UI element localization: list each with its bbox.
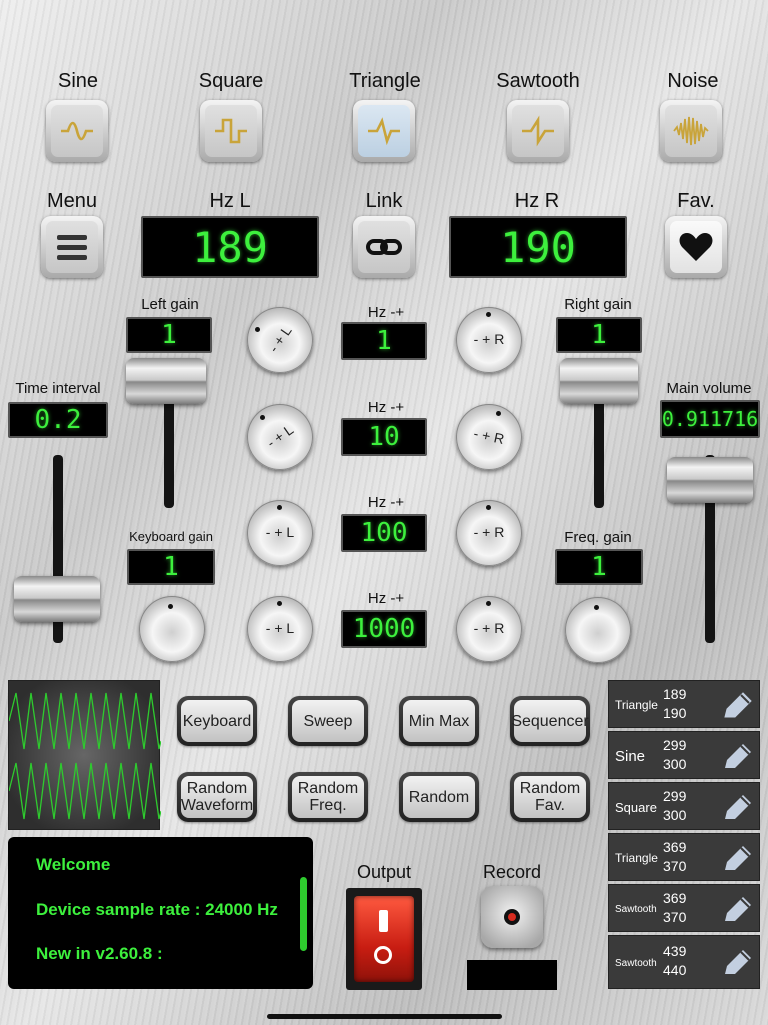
hz-left-display[interactable]: 189 [141,216,319,278]
time-interval-label: Time interval [15,380,101,397]
square-button[interactable] [200,100,262,162]
oscilloscope-waveform [8,692,162,820]
sine-button[interactable] [46,100,108,162]
noise-button[interactable] [660,100,722,162]
main-volume-display: 0.911716 [660,400,760,438]
pencil-edit-icon[interactable] [719,842,755,874]
favorite-row[interactable]: Sine 299 300 [608,731,760,779]
step-3-left-knob[interactable]: - + L [247,500,313,566]
step-4-display: 1000 [341,610,427,648]
sequencer-mode-button[interactable]: Sequencer [510,696,590,746]
min-max-mode-button[interactable]: Min Max [399,696,479,746]
square-wave-icon [215,118,247,144]
keyboard-gain-label: Keyboard gain [129,529,213,544]
step-2-right-knob[interactable]: - + R [456,404,522,470]
favorite-row[interactable]: Sawtooth 439 440 [608,935,760,989]
message-scrollbar[interactable] [300,877,307,951]
step-3-label: Hz -+ [367,494,405,511]
waveform-label-triangle: Triangle [349,70,421,92]
keyboard-gain-knob[interactable] [139,596,205,662]
pencil-edit-icon[interactable] [719,791,755,823]
waveform-label-sine: Sine [57,70,99,92]
left-gain-label: Left gain [141,296,199,313]
step-1-label: Hz -+ [367,304,405,321]
random-fav-button[interactable]: Random Fav. [510,772,590,822]
favorite-row[interactable]: Triangle 369 370 [608,833,760,881]
time-interval-display: 0.2 [8,402,108,438]
time-interval-slider-thumb[interactable] [14,576,100,622]
freq-gain-label: Freq. gain [564,529,632,546]
hz-left-label: Hz L [209,190,251,212]
step-1-right-knob[interactable]: - + R [456,307,522,373]
output-label: Output [356,862,412,882]
waveform-label-sawtooth: Sawtooth [496,70,580,92]
pencil-edit-icon[interactable] [719,946,755,978]
step-4-left-knob[interactable]: - + L [247,596,313,662]
record-timer-display [467,960,557,990]
waveform-label-square: Square [198,70,264,92]
link-button[interactable] [353,216,415,278]
favorite-button[interactable] [665,216,727,278]
link-label: Link [365,190,403,212]
output-switch[interactable] [346,888,422,990]
main-volume-slider-thumb[interactable] [667,457,753,503]
record-icon [504,909,520,925]
message-sample-rate: Device sample rate : 24000 Hz [36,900,278,919]
step-4-label: Hz -+ [367,590,405,607]
message-panel[interactable]: Welcome Device sample rate : 24000 Hz Ne… [8,837,313,989]
left-gain-display: 1 [126,317,212,353]
heart-icon [679,233,713,261]
message-new-version: New in v2.60.8 : [36,944,163,963]
home-indicator[interactable] [267,1014,502,1019]
sweep-mode-button[interactable]: Sweep [288,696,368,746]
triangle-wave-icon [368,117,400,146]
favorite-row[interactable]: Sawtooth 369 370 [608,884,760,932]
favorite-row[interactable]: Triangle 189 190 [608,680,760,728]
menu-button[interactable] [41,216,103,278]
pencil-edit-icon[interactable] [719,689,755,721]
random-freq-button[interactable]: Random Freq. [288,772,368,822]
hamburger-menu-icon [57,235,87,260]
record-button[interactable] [481,886,543,948]
pencil-edit-icon[interactable] [719,893,755,925]
random-waveform-button[interactable]: Random Waveform [177,772,257,822]
step-1-display: 1 [341,322,427,360]
step-2-left-knob[interactable]: - + L [247,404,313,470]
step-2-label: Hz -+ [367,399,405,416]
sine-wave-icon [61,121,93,141]
message-welcome: Welcome [36,855,111,874]
step-2-display: 10 [341,418,427,456]
right-gain-slider-thumb[interactable] [560,358,638,404]
hz-right-display[interactable]: 190 [449,216,627,278]
oscilloscope-display [8,680,162,830]
left-gain-slider-thumb[interactable] [126,358,206,404]
menu-label: Menu [46,190,98,212]
random-button[interactable]: Random [399,772,479,822]
right-gain-label: Right gain [564,296,632,313]
hz-right-label: Hz R [514,190,560,212]
link-icon [366,239,402,255]
main-volume-label: Main volume [666,380,752,397]
triangle-button[interactable] [353,100,415,162]
step-3-right-knob[interactable]: - + R [456,500,522,566]
record-label: Record [482,862,542,882]
step-3-display: 100 [341,514,427,552]
sawtooth-button[interactable] [507,100,569,162]
keyboard-gain-display: 1 [127,549,215,585]
freq-gain-knob[interactable] [565,597,631,663]
power-off-icon [374,946,392,964]
power-on-icon [379,910,388,932]
sawtooth-wave-icon [522,115,554,147]
freq-gain-display: 1 [555,549,643,585]
waveform-label-noise: Noise [667,70,719,92]
favorite-row[interactable]: Square 299 300 [608,782,760,830]
keyboard-mode-button[interactable]: Keyboard [177,696,257,746]
fav-label: Fav. [677,190,715,212]
step-4-right-knob[interactable]: - + R [456,596,522,662]
noise-wave-icon [673,116,709,146]
step-1-left-knob[interactable]: - + L [247,307,313,373]
right-gain-display: 1 [556,317,642,353]
pencil-edit-icon[interactable] [719,740,755,772]
